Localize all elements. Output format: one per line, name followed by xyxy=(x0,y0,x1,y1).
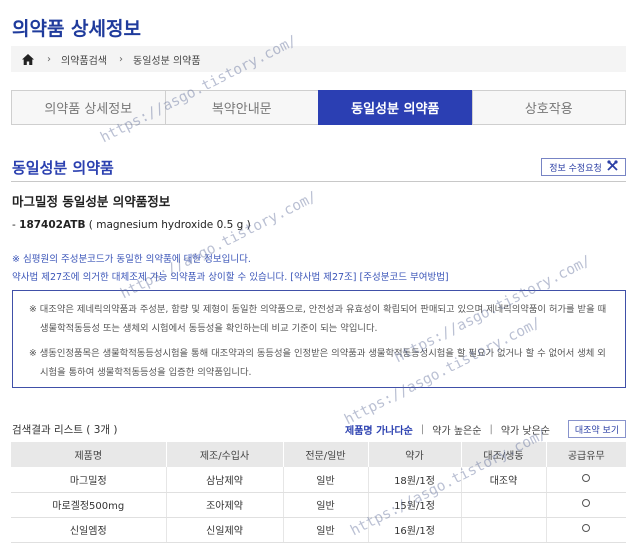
sort-price-low[interactable]: 약가 낮은순 xyxy=(501,422,550,437)
note-line-2-text: 약사법 제27조에 의거한 대체조제 가능 의약품과 상이할 수 있습니다. xyxy=(12,272,288,283)
circle-icon xyxy=(582,524,591,532)
column-header: 공급유무 xyxy=(545,442,626,467)
manufacturer: 조아제약 xyxy=(165,492,283,518)
edit-request-label: 정보 수정요청 xyxy=(549,163,602,174)
column-header: 대조/생동 xyxy=(460,442,546,467)
circle-icon xyxy=(582,499,591,507)
column-header: 약가 xyxy=(367,442,461,467)
ingredient-name: ( magnesium hydroxide 0.5 g ) xyxy=(85,219,251,231)
drug-type: 일반 xyxy=(282,492,368,518)
page-title: 의약품 상세정보 xyxy=(12,18,141,40)
sort-options: 제품명 가나다순 | 약가 높은순 | 약가 낮은순 xyxy=(345,422,550,437)
supply-status xyxy=(545,492,626,518)
pharma-act-link[interactable]: [약사법 제27조] xyxy=(290,272,356,283)
reference-status: 대조약 xyxy=(460,467,546,493)
chevron-right-icon: › xyxy=(119,53,123,65)
circle-icon xyxy=(582,473,591,482)
price: 18원/1정 xyxy=(367,467,461,493)
breadcrumb: › 의약품검색 › 동일성분 의약품 xyxy=(11,46,626,72)
tab-interactions[interactable]: 상호작용 xyxy=(471,90,626,125)
edit-request-button[interactable]: 정보 수정요청 xyxy=(541,158,626,176)
chevron-right-icon: › xyxy=(47,53,51,65)
notice-box: ※ 대조약은 제네릭의약품과 주성분, 함량 및 제형이 동일한 의약품으로, … xyxy=(12,290,626,388)
sort-by-name[interactable]: 제품명 가나다순 xyxy=(345,422,413,437)
note-line-2: 약사법 제27조에 의거한 대체조제 가능 의약품과 상이할 수 있습니다. [… xyxy=(12,269,449,283)
note-line-1: ※ 심평원의 주성분코드가 동일한 의약품에 대한 정보입니다. xyxy=(12,254,251,265)
section-title: 동일성분 의약품 xyxy=(12,159,114,177)
drug-type: 일반 xyxy=(282,467,368,493)
product-name[interactable]: 신일엠정 xyxy=(11,517,166,543)
ingredient-code: 187402ATB xyxy=(19,219,86,231)
table-row[interactable]: 마그밀정 삼남제약 일반 18원/1정 대조약 xyxy=(11,467,626,493)
reference-status xyxy=(460,517,546,543)
info-title: 마그밀정 동일성분 의약품정보 xyxy=(12,194,171,209)
table-header-row: 제품명 제조/수입사 전문/일반 약가 대조/생동 공급유무 xyxy=(11,442,626,467)
section-divider xyxy=(11,181,626,182)
price: 15원/1정 xyxy=(367,492,461,518)
column-header: 제품명 xyxy=(11,442,166,467)
tab-medication-guide[interactable]: 복약안내문 xyxy=(164,90,318,125)
results-table: 제품명 제조/수입사 전문/일반 약가 대조/생동 공급유무 마그밀정 삼남제약… xyxy=(11,442,626,543)
sort-price-high[interactable]: 약가 높은순 xyxy=(432,422,481,437)
supply-status xyxy=(545,517,626,543)
breadcrumb-item-search[interactable]: 의약품검색 xyxy=(61,52,107,67)
reference-drug-button[interactable]: 대조약 보기 xyxy=(568,420,626,438)
price: 16원/1정 xyxy=(367,517,461,543)
tab-bar: 의약품 상세정보 복약안내문 동일성분 의약품 상호작용 xyxy=(11,90,626,125)
manufacturer: 삼남제약 xyxy=(165,467,283,493)
ingredient-code-line: - 187402ATB ( magnesium hydroxide 0.5 g … xyxy=(12,219,251,231)
drug-type: 일반 xyxy=(282,517,368,543)
product-name[interactable]: 마그밀정 xyxy=(11,467,166,493)
tab-drug-detail[interactable]: 의약품 상세정보 xyxy=(11,90,165,125)
table-row[interactable]: 신일엠정 신일제약 일반 16원/1정 xyxy=(11,517,626,543)
home-icon[interactable] xyxy=(21,52,35,66)
supply-status xyxy=(545,467,626,493)
manufacturer: 신일제약 xyxy=(165,517,283,543)
reference-status xyxy=(460,492,546,518)
tools-icon xyxy=(607,160,618,174)
sort-divider: | xyxy=(420,424,425,435)
product-name[interactable]: 마로겔정500mg xyxy=(11,492,166,518)
ingredient-code-link[interactable]: [주성분코드 부여방법] xyxy=(360,272,449,283)
result-count: 검색결과 리스트 ( 3개 ) xyxy=(12,424,118,436)
tab-same-ingredient[interactable]: 동일성분 의약품 xyxy=(318,90,472,125)
column-header: 제조/수입사 xyxy=(165,442,283,467)
column-header: 전문/일반 xyxy=(282,442,368,467)
breadcrumb-item-current: 동일성분 의약품 xyxy=(133,55,201,67)
notice-bioequivalence: ※ 생동인정품목은 생물학적동등성시험을 통해 대조약과의 동등성을 인정받은 … xyxy=(29,348,606,378)
notice-reference-drug: ※ 대조약은 제네릭의약품과 주성분, 함량 및 제형이 동일한 의약품으로, … xyxy=(29,304,607,334)
sort-divider: | xyxy=(489,424,493,435)
table-row[interactable]: 마로겔정500mg 조아제약 일반 15원/1정 xyxy=(11,492,626,518)
